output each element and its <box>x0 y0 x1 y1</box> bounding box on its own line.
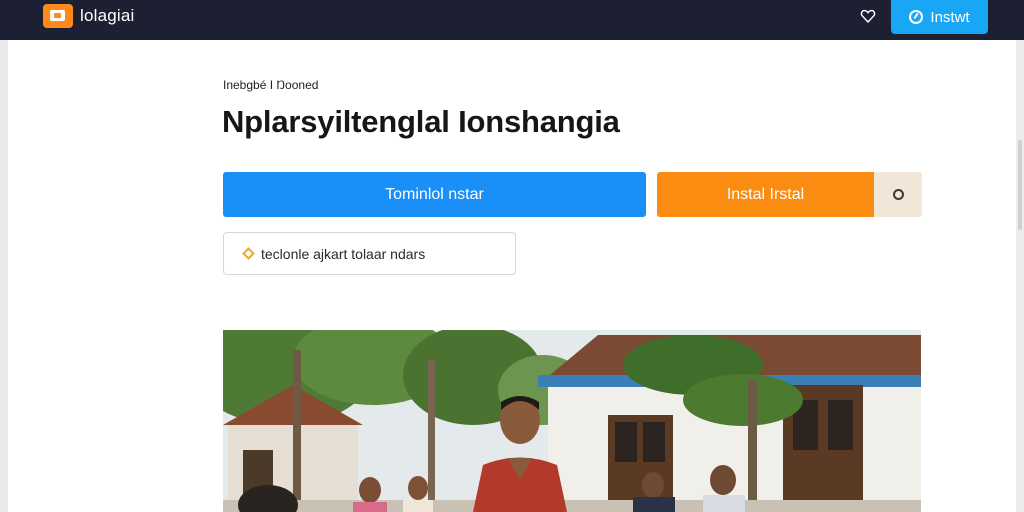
scrollbar[interactable] <box>1016 40 1024 512</box>
primary-action-button[interactable]: Tominlol nstar <box>223 172 646 217</box>
scrollbar-thumb[interactable] <box>1018 140 1022 230</box>
install-icon <box>909 10 924 24</box>
hero-photo-scene <box>223 330 921 512</box>
circle-icon <box>892 189 904 200</box>
logo-text: lolagiai <box>80 6 135 25</box>
hero-photo <box>223 330 921 512</box>
install-button[interactable]: Instwt <box>891 0 988 34</box>
extra-options-button[interactable] <box>874 172 922 217</box>
breadcrumb[interactable]: Inebgbé I Ŋooned <box>223 78 318 92</box>
info-box-text: teclonle ajkart tolaar ndars <box>261 245 426 262</box>
logo[interactable]: lolagiai <box>43 4 135 28</box>
page-title: Nplarsyiltenglal Ionshangia <box>222 104 620 139</box>
diamond-icon <box>242 247 255 260</box>
install-action-button[interactable]: Instal Irstal <box>657 172 874 217</box>
heart-icon[interactable] <box>860 8 876 24</box>
logo-icon <box>43 4 73 28</box>
top-navbar: lolagiai Instwt <box>0 0 1024 40</box>
install-button-label: Instwt <box>930 8 970 26</box>
info-box[interactable]: teclonle ajkart tolaar ndars <box>223 232 516 275</box>
